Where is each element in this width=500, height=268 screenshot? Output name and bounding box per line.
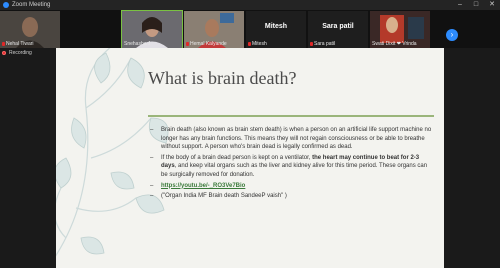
- participant-name-large: Mitesh: [264, 23, 288, 30]
- bullet-text: Brain death (also known as brain stem de…: [161, 127, 432, 151]
- minimize-icon[interactable]: –: [452, 0, 468, 10]
- title-bar: Zoom Meeting – □ ✕: [0, 0, 500, 10]
- bullet-item: Brain death (also known as brain stem de…: [150, 126, 435, 152]
- bullet-text: If the body of a brain dead person is ke…: [161, 154, 313, 161]
- muted-mic-icon: [2, 42, 5, 46]
- participant-tile[interactable]: Nehal Tiwari: [0, 11, 60, 48]
- participant-name: Mitesh: [252, 41, 267, 47]
- shared-slide: What is brain death? Brain death (also k…: [56, 48, 444, 268]
- youtube-link[interactable]: https://youtu.be/-_RO3Ve7Bio: [161, 183, 245, 189]
- participant-tile[interactable]: Swati Dixit ❤ Vrinda: [370, 11, 430, 48]
- title-divider: [148, 115, 434, 117]
- participant-tile[interactable]: Hemal Kalyande: [184, 11, 244, 48]
- zoom-logo-icon: [3, 2, 9, 8]
- muted-mic-icon: [186, 42, 189, 46]
- window-title: Zoom Meeting: [12, 2, 51, 8]
- participant-name: Snehasha J: [124, 41, 151, 47]
- participant-name: Sara patil: [314, 41, 336, 47]
- recording-indicator: Recording: [2, 50, 32, 56]
- record-icon: [2, 51, 6, 55]
- next-page-button[interactable]: ›: [446, 29, 458, 41]
- bullet-list: Brain death (also known as brain stem de…: [150, 126, 435, 203]
- zoom-window: Zoom Meeting – □ ✕ Nehal Tiwari Snehasha…: [0, 0, 500, 268]
- muted-mic-icon: [248, 42, 251, 46]
- participant-tile[interactable]: Sara patil Sara patil: [308, 11, 368, 48]
- maximize-icon[interactable]: □: [468, 0, 484, 10]
- bullet-text: ("Organ India MF Brain death SandeeP vai…: [161, 193, 287, 200]
- bullet-text: , and keep vital organs such as the live…: [161, 163, 428, 178]
- slide-title: What is brain death?: [148, 68, 297, 88]
- bullet-item: If the body of a brain dead person is ke…: [150, 154, 435, 180]
- participant-gallery: Nehal Tiwari Snehasha J Hemal Kalyande M…: [0, 10, 500, 49]
- participant-name: Nehal Tiwari: [6, 41, 34, 47]
- participant-tile[interactable]: Snehasha J: [121, 10, 183, 49]
- bullet-item: https://youtu.be/-_RO3Ve7Bio: [150, 182, 435, 191]
- participant-tile[interactable]: Mitesh Mitesh: [246, 11, 306, 48]
- participant-name: Swati Dixit ❤ Vrinda: [372, 41, 417, 47]
- close-icon[interactable]: ✕: [484, 0, 500, 10]
- muted-mic-icon: [310, 42, 313, 46]
- recording-label: Recording: [9, 50, 32, 56]
- participant-name: Hemal Kalyande: [190, 41, 227, 47]
- participant-name-large: Sara patil: [322, 23, 354, 30]
- bullet-item: ("Organ India MF Brain death SandeeP vai…: [150, 192, 435, 201]
